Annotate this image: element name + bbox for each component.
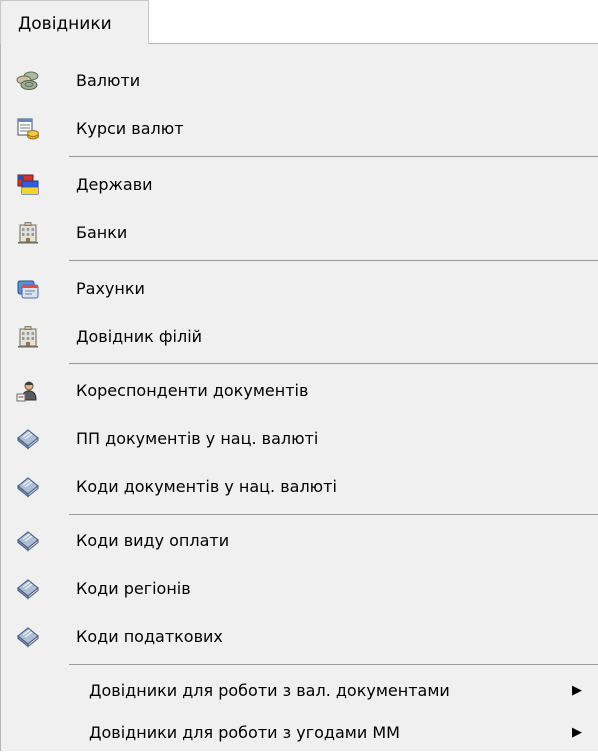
menu-item-currencies[interactable]: Валюти (1, 62, 598, 100)
menu-item-label: Валюти (76, 71, 141, 90)
menu-item-accounts[interactable]: Рахунки (1, 270, 598, 308)
menu-item-mm-deals-submenu[interactable]: Довідники для роботи з угодами ММ ▶ (1, 714, 598, 752)
menu-separator (69, 156, 598, 157)
document-book-icon (16, 625, 40, 649)
menu-item-label: Коди виду оплати (76, 531, 230, 550)
coins-icon (16, 69, 40, 93)
menubar-item-dovidnyky[interactable]: Довідники (0, 0, 149, 44)
exchange-rates-icon (16, 117, 40, 141)
menu-item-payment-type-codes[interactable]: Коди виду оплати (1, 522, 598, 560)
document-book-icon (16, 427, 40, 451)
submenu-arrow-icon: ▶ (572, 683, 582, 698)
accounts-icon (16, 277, 40, 301)
menu-item-pp-documents-nat-currency[interactable]: ПП документів у нац. валюті (1, 420, 598, 458)
menu-item-correspondents[interactable]: Кореспонденти документів (1, 372, 598, 410)
menu-item-label: Держави (76, 175, 153, 194)
document-book-icon (16, 577, 40, 601)
menu-item-countries[interactable]: Держави (1, 166, 598, 204)
dropdown-menu: Валюти Курси валют Держави Банки Рахунки… (0, 43, 598, 751)
menu-separator (69, 514, 598, 515)
menu-item-fx-documents-submenu[interactable]: Довідники для роботи з вал. документами … (1, 672, 598, 710)
menu-item-label: Кореспонденти документів (76, 381, 309, 400)
menu-separator (69, 363, 598, 364)
menu-item-region-codes[interactable]: Коди регіонів (1, 570, 598, 608)
menu-item-label: Коди документів у нац. валюті (76, 477, 337, 496)
submenu-arrow-icon: ▶ (572, 725, 582, 740)
bank-building-icon (16, 221, 40, 245)
flags-icon (16, 173, 40, 197)
menu-item-label: Курси валют (76, 119, 184, 138)
menu-item-label: Довідники для роботи з вал. документами (89, 681, 450, 700)
menu-item-label: Коди податкових (76, 627, 223, 646)
menu-item-label: Рахунки (76, 279, 145, 298)
menu-item-banks[interactable]: Банки (1, 214, 598, 252)
menu-item-branches[interactable]: Довідник філій (1, 318, 598, 356)
menu-item-label: Банки (76, 223, 128, 242)
correspondent-person-icon (16, 379, 40, 403)
menu-item-doc-codes-nat-currency[interactable]: Коди документів у нац. валюті (1, 468, 598, 506)
menubar-label: Довідники (18, 14, 112, 34)
menu-separator (69, 260, 598, 261)
menu-item-label: Довідники для роботи з угодами ММ (89, 723, 400, 742)
document-book-icon (16, 529, 40, 553)
bank-building-icon (16, 325, 40, 349)
document-book-icon (16, 475, 40, 499)
menu-item-tax-codes[interactable]: Коди податкових (1, 618, 598, 656)
menu-item-label: ПП документів у нац. валюті (76, 429, 319, 448)
menu-item-label: Коди регіонів (76, 579, 191, 598)
menu-separator (69, 664, 598, 665)
menu-item-exchange-rates[interactable]: Курси валют (1, 110, 598, 148)
menu-item-label: Довідник філій (76, 327, 203, 346)
